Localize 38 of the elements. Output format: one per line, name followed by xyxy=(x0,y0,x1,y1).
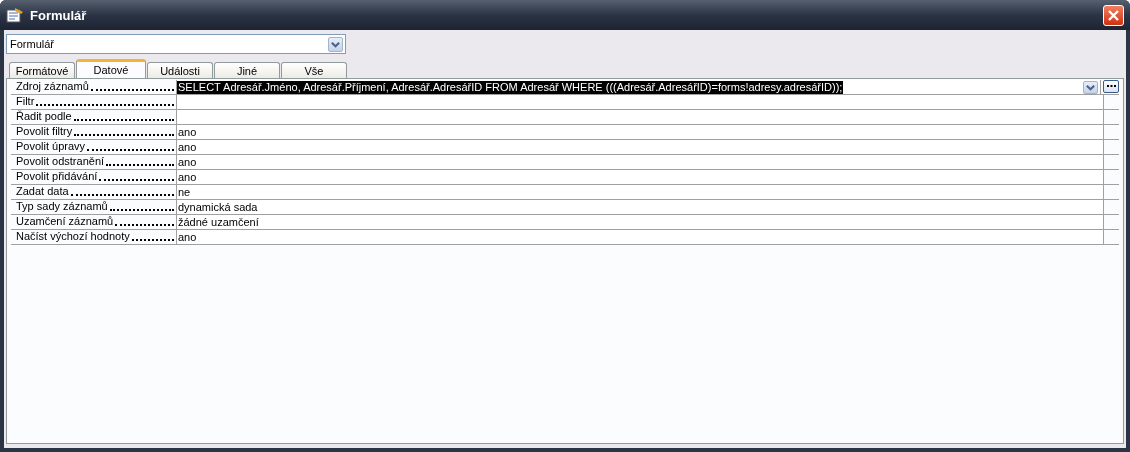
form-icon xyxy=(6,7,24,23)
property-value-field[interactable]: ne xyxy=(177,185,1104,199)
chevron-down-icon xyxy=(331,41,340,48)
property-name: Povolit přidávání xyxy=(16,170,98,184)
close-icon xyxy=(1107,8,1120,22)
property-name: Povolit úpravy xyxy=(16,140,86,154)
property-value-field[interactable]: ano xyxy=(177,170,1104,184)
property-value-field[interactable]: SELECT Adresář.Jméno, Adresář.Příjmení, Adresář.AdresářID FROM Adresář WHERE (((Adresář.AdresářID)=forms!adresy.adresářID)); xyxy=(177,80,1101,94)
property-value-field[interactable]: dynamická sada xyxy=(177,200,1104,214)
ellipsis-icon xyxy=(1106,85,1116,88)
property-value-field[interactable]: ano xyxy=(177,155,1104,169)
property-value-field[interactable]: ano xyxy=(177,230,1104,244)
property-name: Zdroj záznamů xyxy=(16,80,89,94)
property-name: Typ sady záznamů xyxy=(16,200,108,214)
tab[interactable]: Vše xyxy=(281,62,347,78)
property-value-field[interactable]: ano xyxy=(177,125,1104,139)
window-title: Formulář xyxy=(30,7,87,23)
property-name: Povolit odstranění xyxy=(16,155,105,169)
tab[interactable]: Události xyxy=(147,62,213,78)
property-name: Zadat data xyxy=(16,185,69,199)
property-name: Řadit podle xyxy=(16,110,72,124)
builder-button[interactable] xyxy=(1103,80,1119,93)
property-name: Povolit filtry xyxy=(16,125,73,139)
property-name: Uzamčení záznamů xyxy=(16,215,114,229)
object-dropdown[interactable]: Formulář xyxy=(6,34,346,54)
chevron-down-icon xyxy=(1086,84,1095,91)
property-value-field[interactable] xyxy=(177,95,1104,109)
tab[interactable]: Formátové xyxy=(9,62,75,78)
property-name: Filtr xyxy=(16,95,35,109)
close-button[interactable] xyxy=(1103,4,1124,26)
property-name: Načíst výchozí hodnoty xyxy=(16,230,130,244)
dropdown-button[interactable] xyxy=(328,36,343,52)
property-value-field[interactable]: ano xyxy=(177,140,1104,154)
property-value-field[interactable]: žádné uzamčení xyxy=(177,215,1104,229)
tab[interactable]: Datové xyxy=(76,59,146,78)
property-value-field[interactable] xyxy=(177,110,1104,124)
tab[interactable]: Jiné xyxy=(214,62,280,78)
dropdown-button[interactable] xyxy=(1083,80,1098,94)
